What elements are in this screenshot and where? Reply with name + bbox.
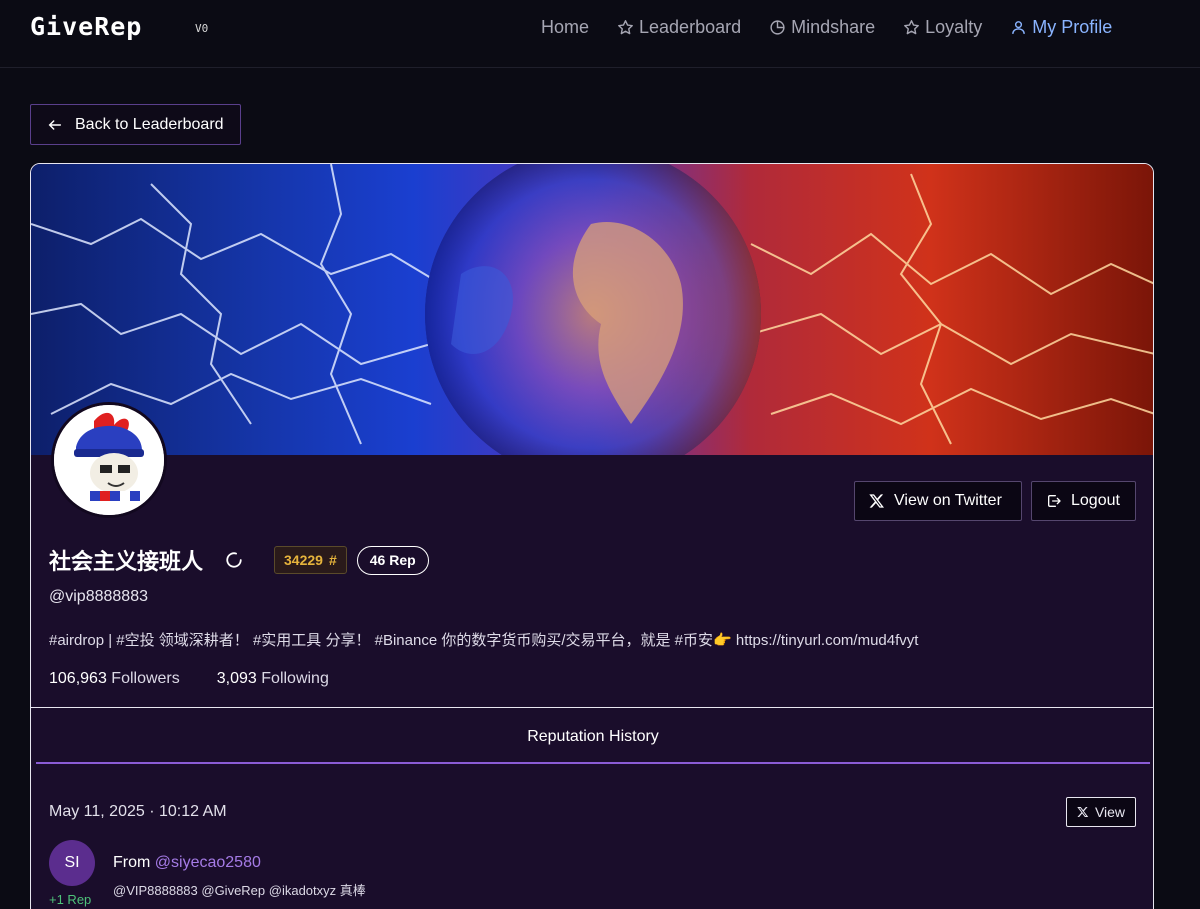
followers-label: Followers (111, 670, 180, 687)
profile-bio: #airdrop | #空投 领域深耕者！ #实用工具 分享！ #Binance… (49, 632, 919, 649)
nav-item-label: Leaderboard (639, 17, 742, 37)
profile-avatar (51, 402, 167, 518)
version-label: V0 (195, 22, 209, 35)
entry-timestamp: May 11, 2025 · 10:12 AM (49, 803, 227, 820)
star-icon (618, 20, 633, 35)
followers-count: 106,963 (49, 670, 107, 687)
rank-badge: 34229 # (274, 546, 347, 574)
rooster-avatar-image (54, 405, 164, 515)
nav-item-home[interactable]: Home (541, 17, 589, 38)
rep-change: +1 Rep (49, 892, 92, 907)
tab-reputation-history[interactable]: Reputation History (36, 709, 1150, 764)
pie-chart-icon (770, 20, 785, 35)
nav-item-loyalty[interactable]: Loyalty (903, 17, 982, 38)
entry-from: From @siyecao2580 (113, 854, 261, 872)
profile-banner-image (31, 164, 1153, 455)
nav-item-label: Mindshare (791, 17, 876, 37)
nav-item-label: Loyalty (925, 17, 983, 37)
display-name: 社会主义接班人 (49, 549, 204, 574)
view-button-label: View (1094, 804, 1126, 820)
main-nav: Home Leaderboard Mindshare Loyalty My Pr… (541, 17, 1112, 38)
follow-stats: 106,963 Followers 3,093 Following (49, 670, 329, 688)
followers-stat: 106,963 Followers (49, 670, 180, 688)
following-count: 3,093 (216, 670, 257, 687)
view-on-twitter-button[interactable]: View on Twitter (854, 481, 1022, 521)
active-tab-indicator (36, 762, 1150, 764)
back-button-label: Back to Leaderboard (75, 115, 224, 133)
profile-name-row: 社会主义接班人 34229 # 46 Rep (49, 544, 429, 576)
arrow-left-icon (48, 119, 62, 130)
view-tweet-button[interactable]: View (1066, 797, 1136, 827)
giver-avatar[interactable]: SI (49, 840, 95, 886)
nav-item-mindshare[interactable]: Mindshare (769, 17, 875, 38)
logout-button[interactable]: Logout (1031, 481, 1136, 521)
hash-icon: # (328, 552, 337, 568)
loading-spinner-icon (226, 552, 242, 568)
rep-badge: 46 Rep (356, 545, 429, 575)
giver-handle-link[interactable]: @siyecao2580 (155, 854, 261, 871)
profile-card: View on Twitter Logout 社会主义接班人 34229 # 4… (30, 163, 1154, 909)
x-logo-icon (869, 494, 884, 508)
entry-tweet-text: @VIP8888883 @GiveRep @ikadotxyz 真棒 (113, 883, 366, 898)
logout-icon (1048, 495, 1061, 507)
x-logo-icon (1077, 807, 1089, 817)
user-icon (1012, 21, 1026, 34)
view-on-twitter-label: View on Twitter (894, 492, 1002, 509)
top-navbar: GiveRep V0 Home Leaderboard Mindshare Lo… (0, 0, 1200, 68)
nav-item-my-profile[interactable]: My Profile (1010, 17, 1112, 38)
rank-value: 34229 (284, 552, 323, 568)
app-logo[interactable]: GiveRep (30, 12, 142, 41)
nav-item-label: Home (541, 17, 590, 37)
logout-label: Logout (1071, 492, 1120, 509)
nav-item-leaderboard[interactable]: Leaderboard (617, 17, 741, 38)
profile-handle: @vip8888883 (49, 588, 148, 605)
following-stat: 3,093 Following (217, 670, 329, 688)
following-label: Following (261, 670, 329, 687)
back-to-leaderboard-button[interactable]: Back to Leaderboard (30, 104, 241, 145)
section-divider (31, 707, 1153, 708)
star-icon (904, 20, 920, 35)
banner-artwork (31, 164, 1153, 455)
from-prefix: From (113, 854, 151, 871)
nav-item-label: My Profile (1032, 17, 1113, 37)
